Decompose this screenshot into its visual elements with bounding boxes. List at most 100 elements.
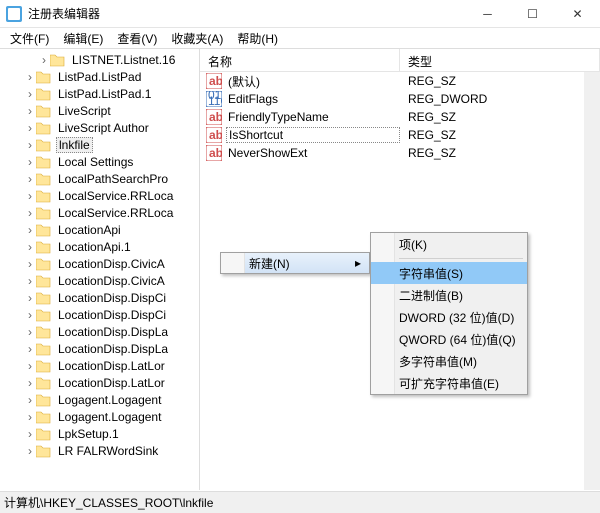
menu-help[interactable]: 帮助(H) [231, 28, 284, 49]
list-row[interactable]: FriendlyTypeNameREG_SZ [200, 108, 600, 126]
tree-item[interactable]: ›LocationDisp.DispCi [0, 289, 199, 306]
expander-icon[interactable]: › [24, 393, 36, 407]
value-type: REG_SZ [400, 74, 456, 88]
close-button[interactable]: ✕ [555, 0, 600, 28]
expander-icon[interactable]: › [24, 223, 36, 237]
tree-item[interactable]: ›LocalPathSearchPro [0, 170, 199, 187]
maximize-button[interactable]: ☐ [510, 0, 555, 28]
expander-icon[interactable]: › [24, 155, 36, 169]
expander-icon[interactable]: › [24, 87, 36, 101]
tree-item[interactable]: ›LISTNET.Listnet.16 [0, 51, 199, 68]
expander-icon[interactable]: › [24, 342, 36, 356]
expander-icon[interactable]: › [24, 444, 36, 458]
tree-item[interactable]: ›LiveScript [0, 102, 199, 119]
tree-item[interactable]: ›LiveScript Author [0, 119, 199, 136]
minimize-button[interactable]: ─ [465, 0, 510, 28]
expander-icon[interactable]: › [24, 427, 36, 441]
folder-icon [36, 427, 52, 441]
tree-item[interactable]: ›LocalService.RRLoca [0, 187, 199, 204]
expander-icon[interactable]: › [24, 189, 36, 203]
tree-item-label: LocationApi [56, 223, 123, 237]
scrollbar-vertical[interactable] [584, 72, 600, 490]
expander-icon[interactable]: › [24, 376, 36, 390]
value-binary-icon [206, 91, 222, 107]
menu-view[interactable]: 查看(V) [111, 28, 163, 49]
list-row[interactable]: EditFlagsREG_DWORD [200, 90, 600, 108]
tree-item[interactable]: ›Local Settings [0, 153, 199, 170]
tree-item[interactable]: ›LocationDisp.DispLa [0, 340, 199, 357]
expander-icon[interactable]: › [24, 325, 36, 339]
col-header-name[interactable]: 名称 [200, 49, 400, 71]
expander-icon[interactable]: › [24, 410, 36, 424]
expander-icon[interactable]: › [24, 359, 36, 373]
list-row[interactable]: (默认)REG_SZ [200, 72, 600, 90]
ctx-item-key[interactable]: 项(K) [371, 233, 527, 255]
tree-item[interactable]: ›LocationDisp.CivicA [0, 255, 199, 272]
tree-item[interactable]: › LocationDisp.LatLor [0, 357, 199, 374]
folder-icon [36, 155, 52, 169]
tree-pane[interactable]: ›LISTNET.Listnet.16›ListPad.ListPad›List… [0, 49, 200, 490]
ctx-item-binary[interactable]: 二进制值(B) [371, 284, 527, 306]
folder-icon [36, 274, 52, 288]
folder-icon [36, 291, 52, 305]
tree-item-label: Logagent.Logagent [56, 393, 163, 407]
tree-item[interactable]: ›LocationDisp.CivicA [0, 272, 199, 289]
tree-item[interactable]: › LocalService.RRLoca [0, 204, 199, 221]
tree-item[interactable]: › LocationApi [0, 221, 199, 238]
value-name: NeverShowExt [226, 146, 400, 160]
tree-item-label: LocationDisp.LatLor [56, 359, 167, 373]
expander-icon[interactable]: › [24, 240, 36, 254]
expander-icon[interactable]: › [24, 257, 36, 271]
tree-item-label: LocationApi.1 [56, 240, 133, 254]
tree-item-label: LocalService.RRLoca [56, 206, 175, 220]
expander-icon[interactable]: › [24, 172, 36, 186]
tree-item[interactable]: ›LpkSetup.1 [0, 425, 199, 442]
expander-icon[interactable]: › [24, 274, 36, 288]
tree-item[interactable]: ›ListPad.ListPad [0, 68, 199, 85]
context-submenu[interactable]: 项(K) 字符串值(S) 二进制值(B) DWORD (32 位)值(D) QW… [370, 232, 528, 395]
expander-icon[interactable]: › [24, 138, 36, 152]
ctx-item-multi[interactable]: 多字符串值(M) [371, 350, 527, 372]
tree-item[interactable]: ›LR FALRWordSink [0, 442, 199, 459]
tree-item-label: LocationDisp.DispLa [56, 325, 170, 339]
ctx-item-expand[interactable]: 可扩充字符串值(E) [371, 372, 527, 394]
ctx-item-string[interactable]: 字符串值(S) [371, 262, 527, 284]
value-string-icon [206, 109, 222, 125]
folder-icon [36, 376, 52, 390]
expander-icon[interactable]: › [38, 53, 50, 67]
folder-icon [36, 70, 52, 84]
tree-item[interactable]: › LocationDisp.DispLa [0, 323, 199, 340]
expander-icon[interactable]: › [24, 121, 36, 135]
menu-file[interactable]: 文件(F) [4, 28, 55, 49]
tree-item[interactable]: ›ListPad.ListPad.1 [0, 85, 199, 102]
ctx-item-qword[interactable]: QWORD (64 位)值(Q) [371, 328, 527, 350]
folder-icon [36, 172, 52, 186]
list-row[interactable]: NeverShowExtREG_SZ [200, 144, 600, 162]
list-row[interactable]: IsShortcutREG_SZ [200, 126, 600, 144]
folder-icon [36, 444, 52, 458]
folder-icon [36, 189, 52, 203]
value-name: IsShortcut [226, 127, 400, 143]
ctx-item-dword[interactable]: DWORD (32 位)值(D) [371, 306, 527, 328]
folder-icon [36, 87, 52, 101]
tree-item[interactable]: ›Logagent.Logagent [0, 408, 199, 425]
expander-icon[interactable]: › [24, 104, 36, 118]
expander-icon[interactable]: › [24, 206, 36, 220]
tree-item[interactable]: ›lnkfile [0, 136, 199, 153]
submenu-arrow-icon: ▸ [355, 256, 361, 270]
ctx-item-new[interactable]: 新建(N) ▸ [221, 253, 369, 273]
value-string-icon [206, 127, 222, 143]
menu-edit[interactable]: 编辑(E) [57, 28, 109, 49]
folder-icon [36, 393, 52, 407]
col-header-type[interactable]: 类型 [400, 49, 600, 71]
tree-item[interactable]: ›LocationDisp.DispCi [0, 306, 199, 323]
menu-favorites[interactable]: 收藏夹(A) [165, 28, 229, 49]
folder-icon [36, 410, 52, 424]
expander-icon[interactable]: › [24, 308, 36, 322]
expander-icon[interactable]: › [24, 70, 36, 84]
tree-item[interactable]: ›LocationDisp.LatLor [0, 374, 199, 391]
context-menu[interactable]: 新建(N) ▸ [220, 252, 370, 274]
tree-item[interactable]: › LocationApi.1 [0, 238, 199, 255]
tree-item[interactable]: › Logagent.Logagent [0, 391, 199, 408]
expander-icon[interactable]: › [24, 291, 36, 305]
